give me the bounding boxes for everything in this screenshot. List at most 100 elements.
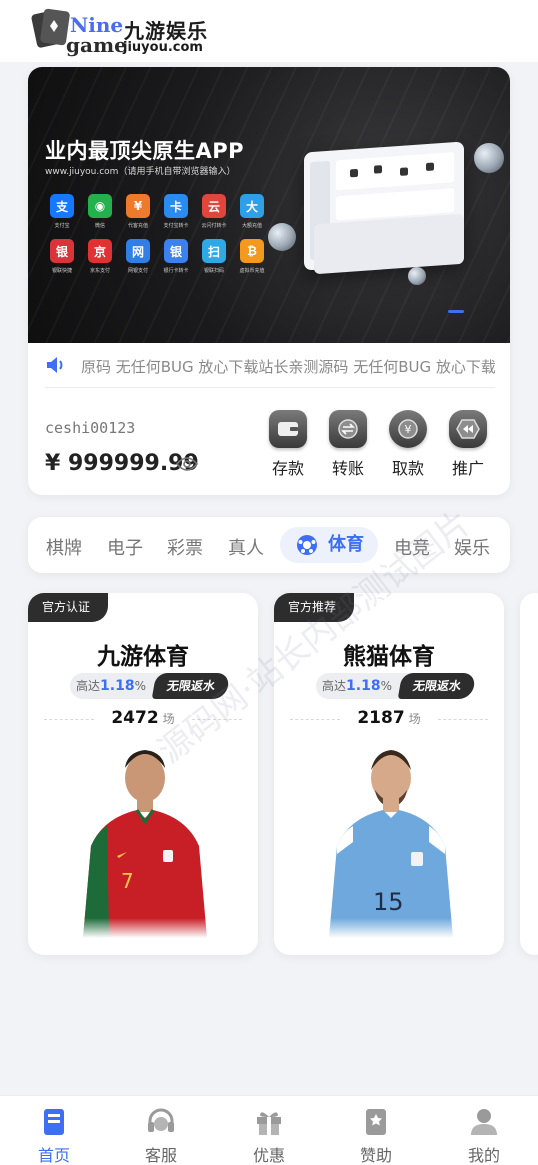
- tab-chess[interactable]: 棋牌: [46, 534, 82, 560]
- notice-marquee[interactable]: 原码 无任何BUG 放心下载站长亲测源码 无任何BUG 放心下载站长亲测源码: [45, 352, 495, 388]
- banner-subtitle: www.jiuyou.com（请用手机自带浏览器输入）: [45, 167, 236, 177]
- transfer-label: 转账: [331, 459, 364, 478]
- match-count: 2187: [357, 708, 405, 728]
- speaker-icon: [47, 357, 63, 373]
- netbank-icon: 网: [126, 239, 150, 263]
- home-icon: [44, 1109, 64, 1135]
- nav-promotions-label: 优惠: [252, 1146, 285, 1165]
- promote-label: 推广: [451, 459, 484, 478]
- card-badge: 官方推荐: [274, 593, 355, 622]
- payment-method: ◉ 微信: [81, 194, 119, 229]
- payment-method-label: 微信: [94, 223, 105, 229]
- eye-icon[interactable]: [176, 456, 198, 472]
- nav-promotions[interactable]: 优惠: [215, 1096, 323, 1165]
- payment-method: 支支付宝: [43, 194, 81, 229]
- nav-sponsor-label: 赞助: [359, 1146, 392, 1165]
- agent-recharge-icon: ¥: [126, 194, 150, 218]
- game-card-jiuyou-sports[interactable]: 官方认证 九游体育 高达1.18% 无限返水 2472 场 7: [28, 593, 258, 955]
- payment-method: 银银联快捷: [43, 239, 81, 274]
- sponsor-icon: [366, 1109, 386, 1135]
- rate-text: 高达1.18%: [76, 678, 146, 694]
- card-badge: 官方认证: [28, 593, 109, 622]
- tab-entertainment[interactable]: 娱乐: [454, 534, 490, 560]
- app-mockup-secondary: [314, 213, 464, 275]
- jdpay-icon: 京: [88, 239, 112, 263]
- category-tabs: 棋牌 电子 彩票 真人 体育 电竞 娱乐: [28, 517, 510, 573]
- payment-method: 云云闪付转卡: [195, 194, 233, 229]
- bottom-navigation: 首页 客服 优惠 赞助 我的: [0, 1095, 538, 1165]
- payment-method: 京京东支付: [81, 239, 119, 274]
- payment-method-label: 银行卡转卡: [163, 268, 189, 274]
- game-card-panda-sports[interactable]: 官方推荐 熊猫体育 高达1.18% 无限返水 2187 场 15: [274, 593, 504, 955]
- logo[interactable]: Nine game 九游娱乐 jiuyou.com: [30, 6, 220, 58]
- transfer-icon: [329, 410, 367, 448]
- large-deposit-icon: 大: [240, 194, 264, 218]
- payment-method: 网网银支付: [119, 239, 157, 274]
- payment-method-label: 支付宝: [54, 223, 70, 229]
- match-count: 2472: [111, 708, 159, 728]
- svg-text:¥: ¥: [405, 423, 412, 436]
- payment-method-label: 代客充值: [127, 223, 148, 229]
- match-count-row: 2187 场: [290, 708, 488, 732]
- payment-method-label: 网银支付: [127, 268, 148, 274]
- match-count-row: 2472 场: [44, 708, 242, 732]
- logo-game-text: game: [66, 33, 127, 57]
- quick-actions: 存款 转账 ¥ 取款 推广: [266, 410, 498, 479]
- tab-esports[interactable]: 电竞: [394, 534, 430, 560]
- payment-method-label: 支付宝转卡: [163, 223, 189, 229]
- unionpay-quick-icon: 银: [50, 239, 74, 263]
- deposit-button[interactable]: 存款: [266, 410, 310, 479]
- promote-button[interactable]: 推广: [446, 410, 490, 479]
- unlimited-rebate-tag: 无限返水: [151, 673, 231, 699]
- match-unit: 场: [408, 712, 421, 726]
- card-title: 熊猫体育: [343, 644, 435, 670]
- banner-title: 业内最顶尖原生APP: [45, 139, 245, 163]
- wallet-icon: [269, 410, 307, 448]
- nav-profile[interactable]: 我的: [430, 1096, 538, 1165]
- account-card: 业内最顶尖原生APP www.jiuyou.com（请用手机自带浏览器输入） 支…: [28, 67, 510, 495]
- logo-url: jiuyou.com: [123, 40, 203, 55]
- payment-method: 大大额充值: [233, 194, 271, 229]
- payment-method: 扫银联扫码: [195, 239, 233, 274]
- customer-service-icon: [148, 1108, 174, 1132]
- nav-sponsor[interactable]: 赞助: [322, 1096, 430, 1165]
- payment-method-label: 京东支付: [89, 268, 110, 274]
- deposit-label: 存款: [271, 459, 304, 478]
- tab-live[interactable]: 真人: [228, 534, 264, 560]
- bank-transfer-icon: 银: [164, 239, 188, 263]
- app-header: Nine game 九游娱乐 jiuyou.com: [0, 0, 538, 62]
- player-image: 15: [309, 750, 469, 938]
- payment-method-label: 云闪付转卡: [201, 223, 227, 229]
- tab-sports[interactable]: 体育: [280, 527, 378, 563]
- promo-banner[interactable]: 业内最顶尖原生APP www.jiuyou.com（请用手机自带浏览器输入） 支…: [28, 67, 510, 343]
- payment-method-label: 虚拟币充值: [239, 268, 265, 274]
- tab-slots[interactable]: 电子: [107, 534, 143, 560]
- payment-method: ₿ 虚拟币充值: [233, 239, 271, 274]
- withdraw-button[interactable]: ¥ 取款: [386, 410, 430, 479]
- match-unit: 场: [162, 712, 175, 726]
- payment-method-label: 银联扫码: [203, 268, 224, 274]
- unlimited-rebate-tag: 无限返水: [397, 673, 477, 699]
- promote-icon: [449, 410, 487, 448]
- payment-methods-grid: 支支付宝 ◉ 微信 ¥ 代客充值卡支付宝转卡云云闪付转卡大大额充值银银联快捷京京东支付网…: [43, 194, 271, 274]
- withdraw-icon: ¥: [389, 410, 427, 448]
- payment-method: ¥ 代客充值: [119, 194, 157, 229]
- banner-page-indicator[interactable]: [448, 310, 464, 313]
- nav-home-label: 首页: [37, 1146, 70, 1165]
- nav-profile-label: 我的: [467, 1146, 500, 1165]
- tab-sports-label: 体育: [328, 534, 364, 555]
- nav-home[interactable]: 首页: [0, 1096, 108, 1165]
- crypto-icon: ₿: [240, 239, 264, 263]
- nav-customer-service[interactable]: 客服: [107, 1096, 215, 1165]
- svg-text:7: 7: [121, 869, 134, 893]
- rate-text: 高达1.18%: [322, 678, 392, 694]
- decor-sphere: [268, 223, 296, 251]
- tab-lottery[interactable]: 彩票: [167, 534, 203, 560]
- svg-text:15: 15: [373, 888, 404, 916]
- transfer-button[interactable]: 转账: [326, 410, 370, 479]
- game-card-next-peek[interactable]: [520, 593, 538, 955]
- soccer-ball-icon: [297, 535, 317, 555]
- gift-icon: [257, 1112, 281, 1135]
- rebate-rate: 高达1.18% 无限返水: [316, 673, 477, 699]
- username: ceshi00123: [45, 419, 136, 437]
